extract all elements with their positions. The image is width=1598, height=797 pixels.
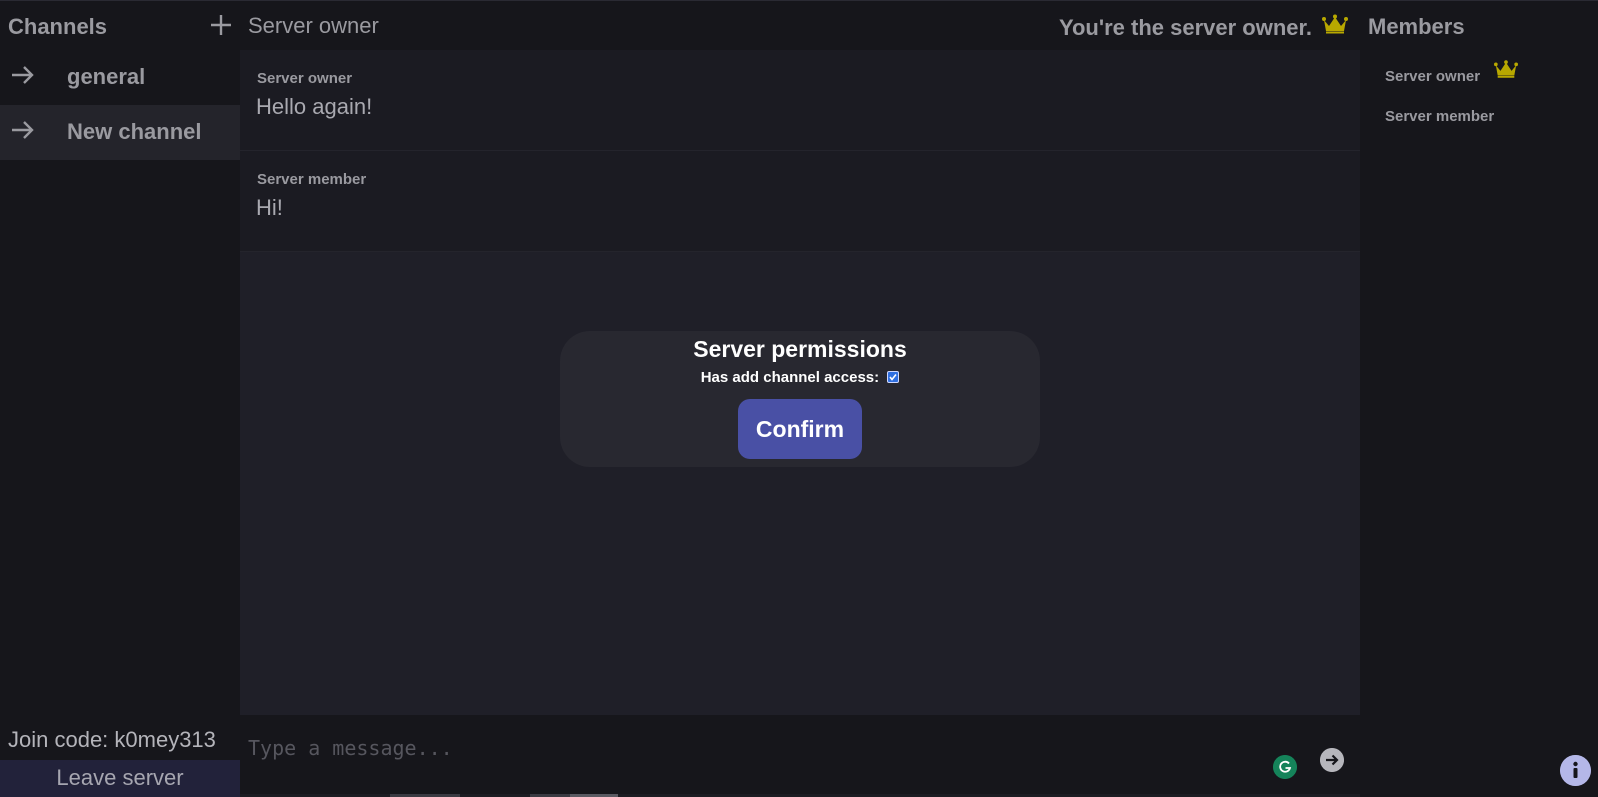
member-item[interactable]: Server member xyxy=(1385,108,1494,125)
crown-icon xyxy=(1322,14,1348,34)
arrow-right-icon xyxy=(12,121,34,139)
channel-label: New channel xyxy=(67,119,202,144)
confirm-button[interactable]: Confirm xyxy=(738,399,862,459)
send-arrow-icon[interactable] xyxy=(1320,748,1344,772)
add-channel-button[interactable] xyxy=(206,7,236,43)
permission-label: Has add channel access: xyxy=(700,369,880,386)
permissions-modal: Server permissions Has add channel acces… xyxy=(560,331,1040,467)
arrow-right-icon xyxy=(12,66,34,84)
message-composer xyxy=(240,715,1360,797)
message-author: Server member xyxy=(257,171,367,188)
message-author: Server owner xyxy=(257,70,353,87)
members-title: Members xyxy=(1368,14,1465,39)
channel-sidebar: Channels general New channel Join code: … xyxy=(0,1,240,797)
app-window: Channels general New channel Join code: … xyxy=(0,0,1598,797)
server-name: Server owner xyxy=(248,13,379,38)
message-list: Server owner Hello again! Server member … xyxy=(240,50,1360,715)
sidebar-header: Channels xyxy=(0,1,240,51)
sidebar-title: Channels xyxy=(8,14,108,39)
owner-note: You're the server owner. xyxy=(1058,15,1312,40)
join-code: Join code: k0mey313 xyxy=(8,727,216,752)
chat-main: Server owner You're the server owner. Se… xyxy=(240,1,1360,797)
chat-header: Server owner You're the server owner. xyxy=(240,1,1360,50)
add-channel-access-checkbox[interactable] xyxy=(887,371,900,384)
member-item[interactable]: Server owner xyxy=(1385,68,1480,85)
channel-item-new-channel[interactable]: New channel xyxy=(0,105,240,160)
message-text: Hello again! xyxy=(256,94,373,119)
message-item: Server owner Hello again! xyxy=(240,50,1360,151)
message-text: Hi! xyxy=(256,195,283,220)
permission-row: Has add channel access: xyxy=(560,369,1040,386)
checkmark-icon xyxy=(889,374,897,381)
plus-icon xyxy=(211,15,231,35)
members-panel: Members Server owner Server member xyxy=(1360,1,1598,797)
info-icon[interactable] xyxy=(1560,755,1591,786)
channel-label: general xyxy=(67,64,146,89)
message-item: Server member Hi! xyxy=(240,151,1360,252)
modal-title: Server permissions xyxy=(693,336,907,362)
channel-item-general[interactable]: general xyxy=(0,50,240,105)
leave-server-button[interactable]: Leave server xyxy=(0,760,240,797)
message-input[interactable] xyxy=(248,731,1228,765)
crown-icon xyxy=(1494,60,1518,78)
grammarly-icon[interactable] xyxy=(1273,755,1297,779)
